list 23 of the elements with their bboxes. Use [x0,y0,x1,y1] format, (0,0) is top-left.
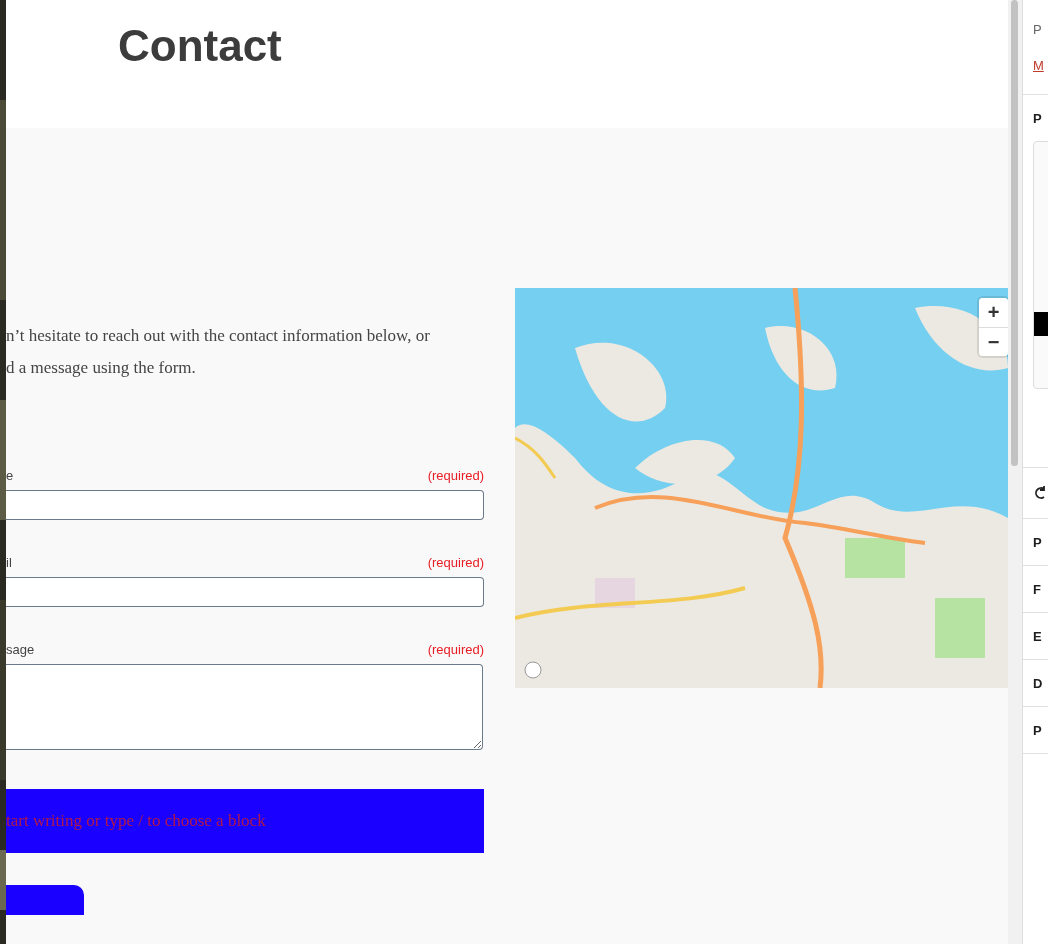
field-label: e [6,468,14,483]
scrollbar-thumb[interactable] [1011,0,1018,466]
required-note: (required) [427,642,484,657]
panel-heading[interactable]: P [1033,110,1042,126]
undo-icon[interactable] [1035,486,1045,500]
field-label: il [6,555,12,570]
input-field[interactable] [6,490,484,520]
message-field[interactable] [6,664,483,750]
page-title: Contact [117,20,283,70]
panel-heading[interactable]: P [1033,534,1042,550]
required-note: (required) [427,555,484,570]
panel-heading[interactable]: E [1033,628,1042,644]
panel-heading[interactable]: P [1033,722,1042,738]
intro-text: d a message using the form. [6,357,197,379]
intro-text: n’t hesitate to reach out with the contact information below, or [6,325,431,347]
sidebar-text: P [1033,21,1042,37]
panel-heading[interactable]: D [1033,675,1043,691]
input-field[interactable] [6,577,484,607]
panel-heading[interactable]: F [1033,581,1041,597]
sidebar-link[interactable]: M [1033,58,1044,73]
required-note: (required) [427,468,484,483]
zoom-out-button[interactable]: − [979,327,1008,356]
field-label: sage [6,642,35,657]
